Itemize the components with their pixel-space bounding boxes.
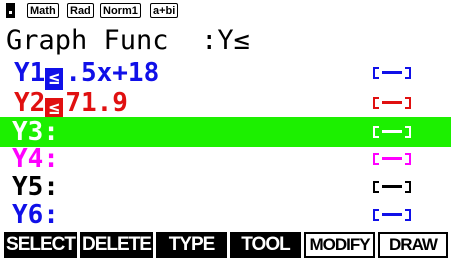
inequality-sign-icon: ≤ bbox=[45, 68, 64, 90]
function-expression: Y2 ≤71.9 bbox=[14, 88, 128, 120]
line-style-icon[interactable] bbox=[373, 58, 411, 88]
function-row-y5[interactable]: Y5: bbox=[0, 172, 451, 202]
function-row-y3[interactable]: Y3: bbox=[0, 117, 451, 147]
draw-button[interactable]: DRAW bbox=[378, 232, 448, 258]
function-row-y2[interactable]: Y2 ≤71.9 bbox=[0, 88, 451, 120]
battery-icon bbox=[6, 3, 15, 18]
function-row-y1[interactable]: Y1 ≤ .5x+18 bbox=[0, 58, 451, 90]
modify-button[interactable]: MODIFY bbox=[304, 232, 375, 258]
type-button[interactable]: TYPE bbox=[156, 232, 227, 258]
line-style-icon[interactable] bbox=[373, 117, 411, 147]
tool-button[interactable]: TOOL bbox=[230, 232, 301, 258]
line-style-icon[interactable] bbox=[373, 200, 411, 230]
function-name: Y4: bbox=[12, 144, 59, 174]
page-title: Graph Func :Y≤ bbox=[6, 25, 250, 56]
math-mode-badge: Math bbox=[27, 3, 59, 18]
select-button[interactable]: SELECT bbox=[4, 232, 77, 258]
angle-mode-badge: Rad bbox=[67, 3, 94, 18]
function-name: Y3: bbox=[12, 117, 59, 147]
function-name: Y5: bbox=[12, 172, 59, 202]
calculator-screen: Math Rad Norm1 a+bi Graph Func :Y≤ Y1 ≤ .5… bbox=[0, 0, 451, 264]
line-style-icon[interactable] bbox=[373, 172, 411, 202]
function-expression: Y1 ≤ .5x+18 bbox=[14, 58, 160, 90]
function-key-menu: SELECT DELETE TYPE TOOL MODIFY DRAW bbox=[0, 232, 451, 258]
function-name: Y6: bbox=[12, 200, 59, 230]
display-mode-badge: Norm1 bbox=[100, 3, 141, 18]
delete-button[interactable]: DELETE bbox=[80, 232, 153, 258]
line-style-icon[interactable] bbox=[373, 144, 411, 174]
line-style-icon[interactable] bbox=[373, 88, 411, 118]
status-bar: Math Rad Norm1 a+bi bbox=[0, 0, 451, 22]
function-row-y6[interactable]: Y6: bbox=[0, 200, 451, 230]
function-row-y4[interactable]: Y4: bbox=[0, 144, 451, 174]
complex-mode-badge: a+bi bbox=[150, 3, 179, 18]
